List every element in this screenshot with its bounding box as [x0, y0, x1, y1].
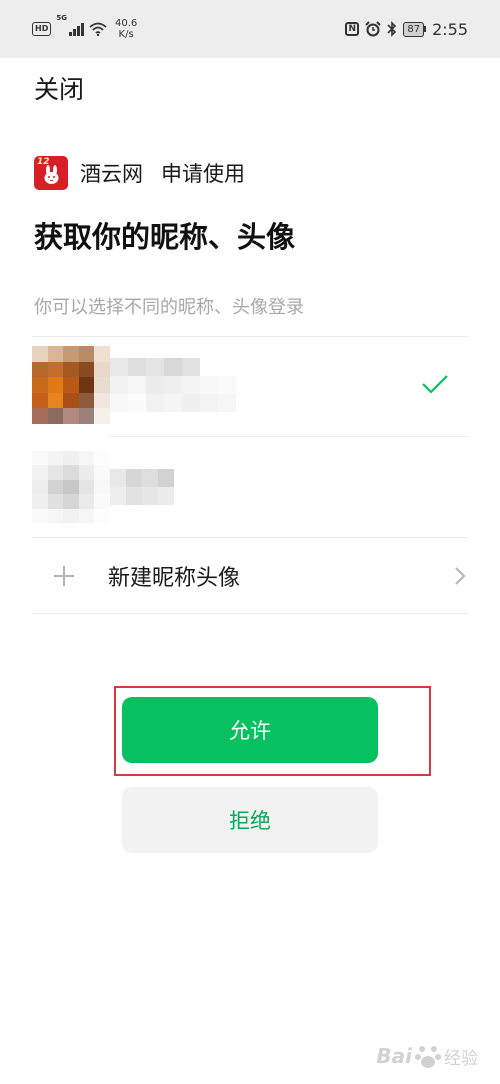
app-info-row: 12 酒云网 申请使用: [34, 156, 245, 190]
paw-icon: [415, 1046, 441, 1068]
bluetooth-icon: [387, 21, 397, 37]
status-bar-left: HD 5G 40.6 K/s: [32, 14, 137, 44]
network-type-label: 5G: [56, 14, 67, 22]
account-option-1[interactable]: [32, 338, 468, 436]
status-time: 2:55: [432, 19, 468, 39]
divider: [32, 336, 468, 337]
avatar: [32, 451, 110, 523]
divider: [32, 613, 468, 614]
watermark-suffix: 经验: [444, 1048, 478, 1069]
plus-icon: [52, 564, 76, 588]
app-name: 酒云网: [80, 162, 143, 186]
network-speed: 40.6 K/s: [115, 18, 137, 40]
page-subtitle: 你可以选择不同的昵称、头像登录: [34, 297, 304, 318]
allow-button[interactable]: 允许: [122, 697, 378, 763]
app-request-text: 申请使用: [161, 162, 245, 186]
signal-icon: [68, 22, 84, 36]
battery-icon: 87: [403, 21, 427, 37]
avatar: [32, 346, 110, 424]
account-option-2[interactable]: [32, 437, 468, 537]
battery-level: 87: [403, 21, 425, 37]
alarm-icon: [365, 21, 382, 37]
check-icon: [422, 375, 448, 394]
status-bar: HD 5G 40.6 K/s N 87 2:55: [0, 0, 500, 58]
nickname-mosaic: [110, 469, 174, 505]
nfc-icon: N: [345, 22, 360, 36]
status-bar-right: N 87 2:55: [345, 14, 468, 44]
chevron-right-icon: [455, 567, 466, 585]
page-title: 获取你的昵称、头像: [34, 220, 296, 254]
close-button[interactable]: 关闭: [34, 70, 84, 106]
watermark: Bai 经验: [376, 1042, 478, 1070]
network-speed-unit: K/s: [118, 29, 134, 40]
new-profile-label: 新建昵称头像: [108, 566, 241, 591]
nickname-mosaic: [110, 358, 236, 412]
hd-icon: HD: [32, 22, 52, 36]
app-logo-icon: 12: [34, 156, 68, 190]
wifi-icon: [89, 22, 107, 36]
watermark-brand: Bai: [376, 1044, 412, 1068]
rabbit-icon: [44, 165, 59, 184]
reject-button[interactable]: 拒绝: [122, 787, 378, 853]
battery-cap: [424, 26, 427, 32]
new-profile-row[interactable]: 新建昵称头像: [32, 538, 468, 614]
network-speed-value: 40.6: [114, 18, 138, 29]
